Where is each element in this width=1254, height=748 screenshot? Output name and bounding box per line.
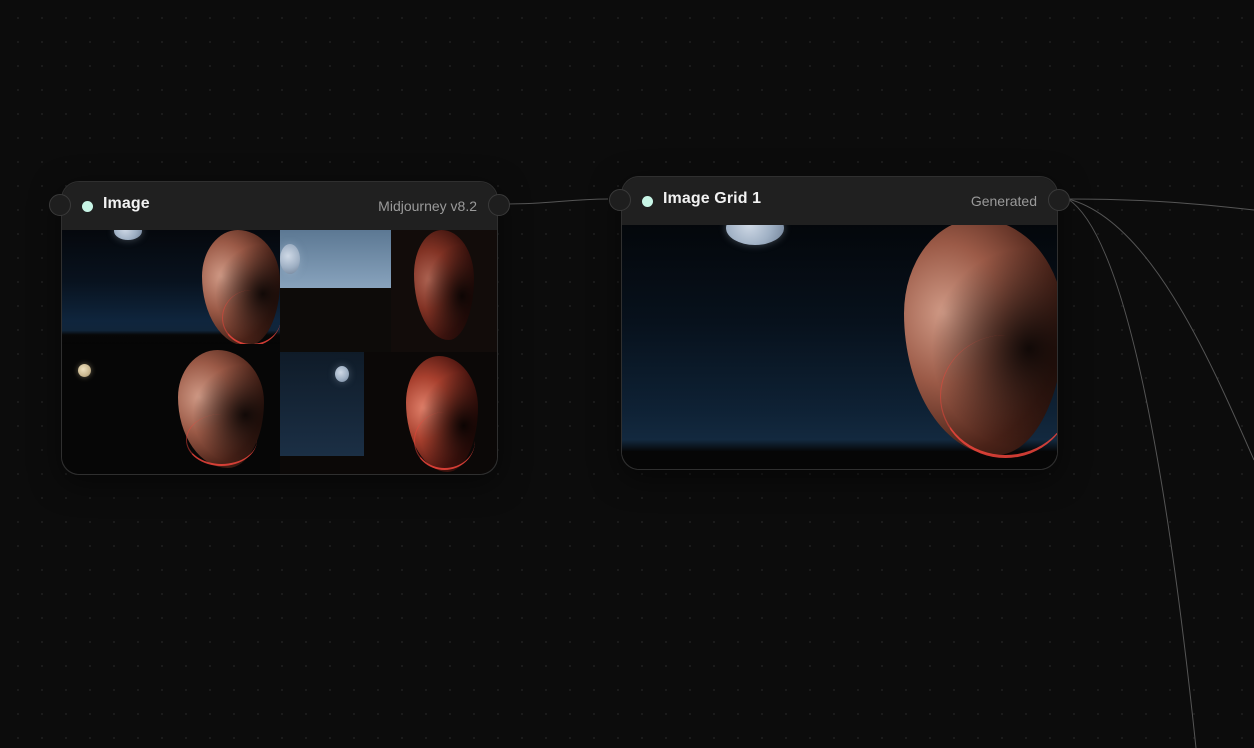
generated-image[interactable] (622, 225, 1057, 469)
node-title: Image (103, 195, 150, 212)
status-dot-icon (82, 201, 93, 212)
node-header[interactable]: Image Midjourney v8.2 (62, 182, 497, 230)
status-label: Generated (970, 193, 1037, 209)
status-dot-icon (642, 196, 653, 207)
input-port-icon[interactable] (609, 189, 631, 211)
image-variation-2[interactable] (280, 230, 497, 352)
image-variation-1[interactable] (62, 230, 280, 344)
moon-graphic (335, 366, 349, 382)
image-variation-3[interactable] (62, 344, 280, 474)
node-canvas[interactable]: Image Midjourney v8.2 Image Grid 1 Gener… (0, 0, 1254, 748)
wire-grid-out-1 (1067, 198, 1254, 211)
image-preview-grid[interactable] (62, 230, 497, 474)
moon-graphic (78, 364, 91, 377)
node-header[interactable]: Image Grid 1 Generated (622, 177, 1057, 225)
wire-image-to-grid (507, 198, 609, 205)
wire-grid-out-2 (1067, 198, 1254, 461)
image-grid-node[interactable]: Image Grid 1 Generated (609, 176, 1070, 470)
moon-graphic (280, 244, 300, 274)
image-node[interactable]: Image Midjourney v8.2 (49, 181, 510, 475)
output-port-icon[interactable] (1048, 189, 1070, 211)
model-label: Midjourney v8.2 (378, 198, 477, 214)
image-variation-4[interactable] (280, 352, 497, 474)
node-title: Image Grid 1 (663, 190, 762, 207)
input-port-icon[interactable] (49, 194, 71, 216)
output-port-icon[interactable] (488, 194, 510, 216)
wire-grid-out-3 (1067, 198, 1197, 748)
generated-portrait[interactable] (622, 225, 1057, 469)
